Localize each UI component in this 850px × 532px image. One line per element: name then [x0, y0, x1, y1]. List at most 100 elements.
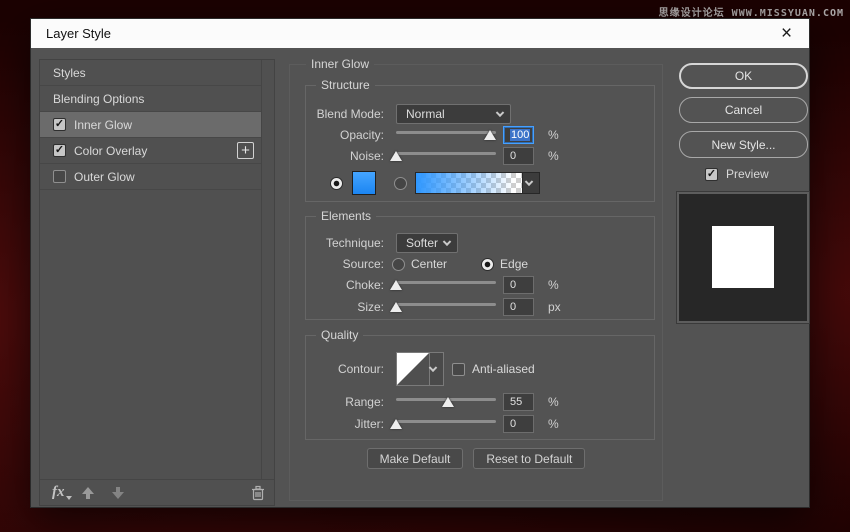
add-effect-instance-button[interactable]: +	[237, 142, 254, 159]
range-unit: %	[548, 395, 559, 409]
fx-menu-button[interactable]: fx	[52, 484, 65, 501]
noise-input[interactable]: 0	[503, 147, 534, 165]
preview-swatch	[712, 226, 774, 288]
range-label: Range:	[306, 393, 390, 411]
jitter-input[interactable]: 0	[503, 415, 534, 433]
delete-effect-icon[interactable]	[251, 485, 265, 504]
elements-legend: Elements	[316, 209, 376, 223]
slider-thumb[interactable]	[442, 397, 454, 407]
anti-aliased-label: Anti-aliased	[472, 362, 535, 376]
choke-slider[interactable]	[396, 276, 496, 294]
sidebar-scrollbar[interactable]	[261, 60, 274, 479]
make-default-button[interactable]: Make Default	[367, 448, 464, 469]
size-slider[interactable]	[396, 298, 496, 316]
inner-glow-panel: Inner Glow Structure Blend Mode: Normal …	[289, 64, 663, 501]
slider-track	[396, 131, 496, 134]
glow-color-swatch[interactable]	[352, 171, 376, 195]
sidebar-toolbar: fx	[40, 479, 274, 505]
sidebar-item-outer-glow[interactable]: Outer Glow	[40, 164, 274, 190]
range-input[interactable]: 55	[503, 393, 534, 411]
sidebar-item-styles[interactable]: Styles	[40, 60, 274, 86]
source-center-label: Center	[411, 257, 447, 271]
range-slider[interactable]	[396, 393, 496, 411]
jitter-unit: %	[548, 417, 559, 431]
sidebar-item-blending-options[interactable]: Blending Options	[40, 86, 274, 112]
move-effect-up-icon[interactable]	[81, 486, 95, 500]
source-center-radio[interactable]	[392, 258, 405, 271]
defaults-row: Make Default Reset to Default	[290, 448, 662, 469]
contour-dropdown[interactable]	[429, 353, 443, 385]
noise-slider[interactable]	[396, 147, 496, 165]
new-style-button[interactable]: New Style...	[679, 131, 808, 158]
watermark: 思缘设计论坛 WWW.MISSYUAN.COM	[659, 4, 844, 19]
slider-track	[396, 281, 496, 284]
opacity-label: Opacity:	[306, 126, 390, 144]
inner-glow-checkbox[interactable]: ✓	[53, 118, 66, 131]
layer-style-dialog: Layer Style × Styles Blending Options ✓ …	[30, 18, 810, 508]
gradient-dropdown[interactable]	[523, 172, 540, 194]
gradient-picker[interactable]	[415, 172, 540, 194]
reset-to-default-button[interactable]: Reset to Default	[473, 448, 585, 469]
sidebar-item-label: Outer Glow	[74, 170, 135, 184]
choke-label: Choke:	[306, 276, 390, 294]
slider-thumb[interactable]	[484, 130, 496, 140]
chevron-down-icon	[496, 109, 504, 117]
preview-label: Preview	[726, 167, 769, 181]
color-overlay-checkbox[interactable]: ✓	[53, 144, 66, 157]
close-icon[interactable]: ×	[764, 19, 809, 48]
quality-group: Quality Contour: Anti-aliased	[305, 335, 655, 440]
slider-thumb[interactable]	[390, 302, 402, 312]
source-label: Source:	[306, 255, 390, 273]
style-preview-thumbnail	[677, 192, 809, 323]
cancel-button[interactable]: Cancel	[679, 97, 808, 123]
plus-icon: +	[241, 143, 250, 158]
solid-color-radio[interactable]	[330, 177, 343, 190]
opacity-slider[interactable]	[396, 126, 496, 144]
blend-mode-label: Blend Mode:	[306, 104, 390, 124]
noise-label: Noise:	[306, 147, 390, 165]
contour-thumbnail	[397, 353, 429, 385]
titlebar: Layer Style ×	[31, 19, 809, 48]
ok-button[interactable]: OK	[679, 63, 808, 89]
technique-label: Technique:	[306, 233, 390, 253]
choke-input[interactable]: 0	[503, 276, 534, 294]
source-edge-radio[interactable]	[481, 258, 494, 271]
sidebar-item-color-overlay[interactable]: ✓ Color Overlay +	[40, 138, 274, 164]
opacity-input[interactable]: 100	[503, 126, 534, 144]
slider-thumb[interactable]	[390, 280, 402, 290]
preview-toggle: ✓ Preview	[705, 167, 769, 181]
elements-group: Elements Technique: Softer Source: Cen	[305, 216, 655, 320]
dialog-body: Styles Blending Options ✓ Inner Glow ✓ C…	[31, 48, 809, 507]
sidebar-item-label: Blending Options	[53, 92, 144, 106]
styles-sidebar: Styles Blending Options ✓ Inner Glow ✓ C…	[39, 59, 275, 506]
size-input[interactable]: 0	[503, 298, 534, 316]
outer-glow-checkbox[interactable]	[53, 170, 66, 183]
blend-mode-select[interactable]: Normal	[396, 104, 511, 124]
slider-thumb[interactable]	[390, 151, 402, 161]
preview-checkbox[interactable]: ✓	[705, 168, 718, 181]
gradient-preview	[415, 172, 523, 194]
gradient-radio[interactable]	[394, 177, 407, 190]
contour-picker[interactable]	[396, 352, 444, 386]
size-unit: px	[548, 300, 561, 314]
slider-track	[396, 152, 496, 155]
choke-unit: %	[548, 278, 559, 292]
noise-unit: %	[548, 149, 559, 163]
jitter-slider[interactable]	[396, 415, 496, 433]
check-icon: ✓	[55, 145, 64, 156]
technique-select[interactable]: Softer	[396, 233, 458, 253]
slider-track	[396, 420, 496, 423]
styles-list: Styles Blending Options ✓ Inner Glow ✓ C…	[40, 60, 274, 479]
sidebar-item-label: Inner Glow	[74, 118, 132, 132]
jitter-label: Jitter:	[306, 415, 390, 433]
opacity-unit: %	[548, 128, 559, 142]
anti-aliased-checkbox[interactable]	[452, 363, 465, 376]
quality-legend: Quality	[316, 328, 363, 342]
blend-mode-value: Normal	[406, 107, 445, 121]
structure-legend: Structure	[316, 78, 375, 92]
panel-title: Inner Glow	[306, 57, 374, 71]
sidebar-item-inner-glow[interactable]: ✓ Inner Glow	[40, 112, 274, 138]
move-effect-down-icon[interactable]	[111, 486, 125, 500]
structure-group: Structure Blend Mode: Normal Opacity:	[305, 85, 655, 202]
slider-thumb[interactable]	[390, 419, 402, 429]
